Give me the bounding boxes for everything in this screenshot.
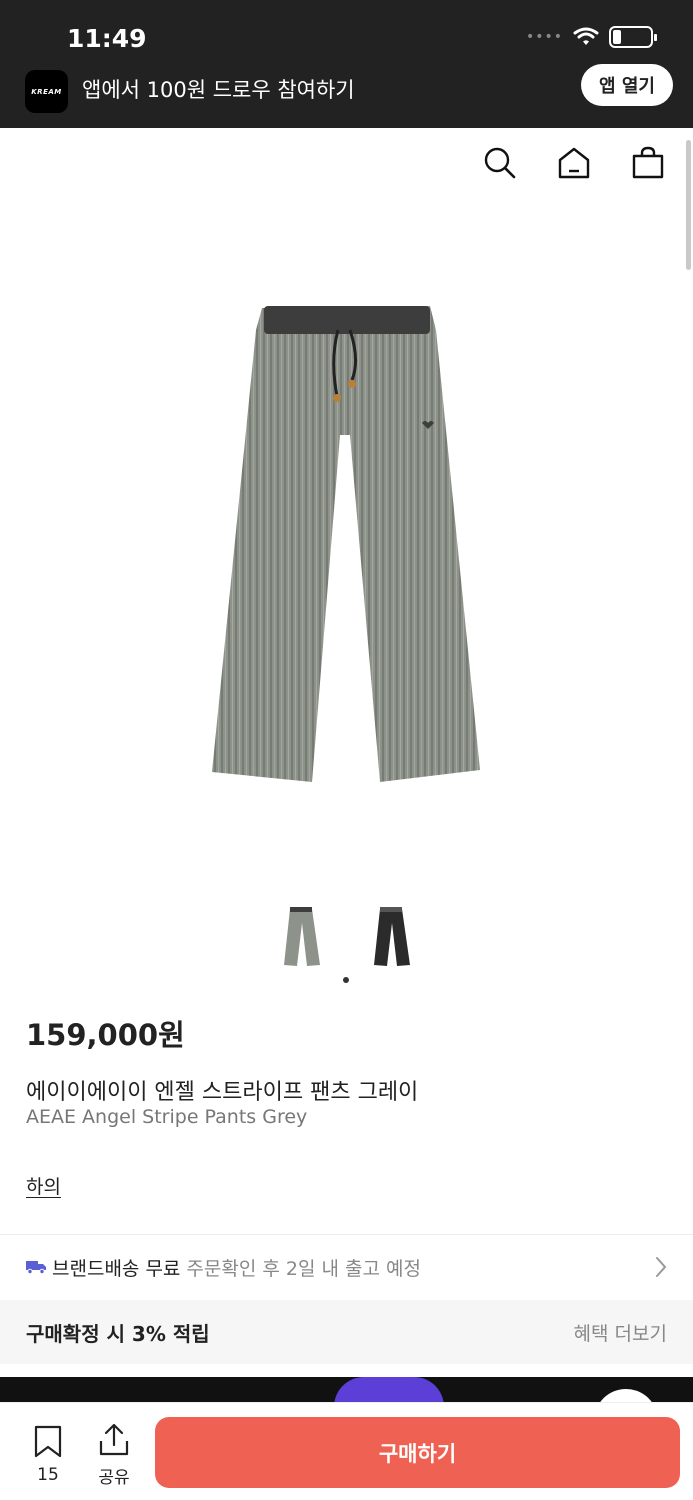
divider bbox=[0, 1234, 693, 1235]
thumbnail-strip bbox=[0, 905, 693, 969]
home-icon[interactable] bbox=[557, 146, 591, 180]
share-icon bbox=[99, 1423, 129, 1456]
category-link[interactable]: 하의 bbox=[26, 1172, 61, 1199]
share-button[interactable]: 공유 bbox=[94, 1423, 134, 1488]
product-image bbox=[212, 306, 480, 782]
benefit-row: 구매확정 시 3% 적립 혜택 더보기 bbox=[0, 1300, 693, 1364]
status-indicators: •••• bbox=[525, 26, 657, 48]
kream-logo: KREAM bbox=[25, 70, 68, 113]
carousel-indicator bbox=[343, 977, 349, 983]
shipping-info-row[interactable]: 브랜드배송 무료 주문확인 후 2일 내 출고 예정 bbox=[0, 1236, 693, 1298]
battery-icon bbox=[609, 26, 657, 48]
wifi-icon bbox=[573, 27, 599, 45]
shipping-free-label: 브랜드배송 무료 bbox=[52, 1257, 181, 1280]
status-time: 11:49 bbox=[67, 24, 147, 53]
share-label: 공유 bbox=[98, 1468, 130, 1488]
top-dark-area: 11:49 •••• KREAM 앱에서 100원 드로우 참여하기 앱 열기 bbox=[0, 0, 693, 128]
app-banner[interactable]: KREAM 앱에서 100원 드로우 참여하기 앱 열기 bbox=[0, 64, 693, 124]
app-banner-text: 앱에서 100원 드로우 참여하기 bbox=[82, 78, 355, 102]
benefit-text: 구매확정 시 3% 적립 bbox=[26, 1322, 210, 1346]
buy-button[interactable]: 구매하기 bbox=[155, 1417, 680, 1488]
bookmark-count: 15 bbox=[37, 1465, 59, 1485]
shopping-bag-icon[interactable] bbox=[631, 146, 665, 180]
thumbnail-black[interactable] bbox=[372, 905, 412, 969]
shipping-schedule: 주문확인 후 2일 내 출고 예정 bbox=[186, 1257, 421, 1280]
thumbnail-grey[interactable] bbox=[282, 905, 322, 969]
open-app-button[interactable]: 앱 열기 bbox=[581, 64, 673, 106]
bottom-action-bar: 15 공유 구매하기 bbox=[0, 1402, 693, 1500]
scrollbar[interactable] bbox=[686, 140, 691, 270]
cellular-signal-icon: •••• bbox=[525, 29, 563, 45]
product-price: 159,000원 bbox=[26, 1018, 185, 1052]
more-benefits-link[interactable]: 혜택 더보기 bbox=[574, 1319, 667, 1346]
bookmark-icon bbox=[34, 1425, 62, 1458]
chevron-right-icon bbox=[656, 1257, 667, 1277]
bookmark-button[interactable]: 15 bbox=[30, 1425, 66, 1485]
product-name-english: AEAE Angel Stripe Pants Grey bbox=[26, 1106, 308, 1128]
truck-icon bbox=[26, 1261, 46, 1274]
header-actions bbox=[483, 146, 665, 180]
product-name-korean: 에이이에이이 엔젤 스트라이프 팬츠 그레이 bbox=[26, 1080, 419, 1105]
search-icon[interactable] bbox=[483, 146, 517, 180]
